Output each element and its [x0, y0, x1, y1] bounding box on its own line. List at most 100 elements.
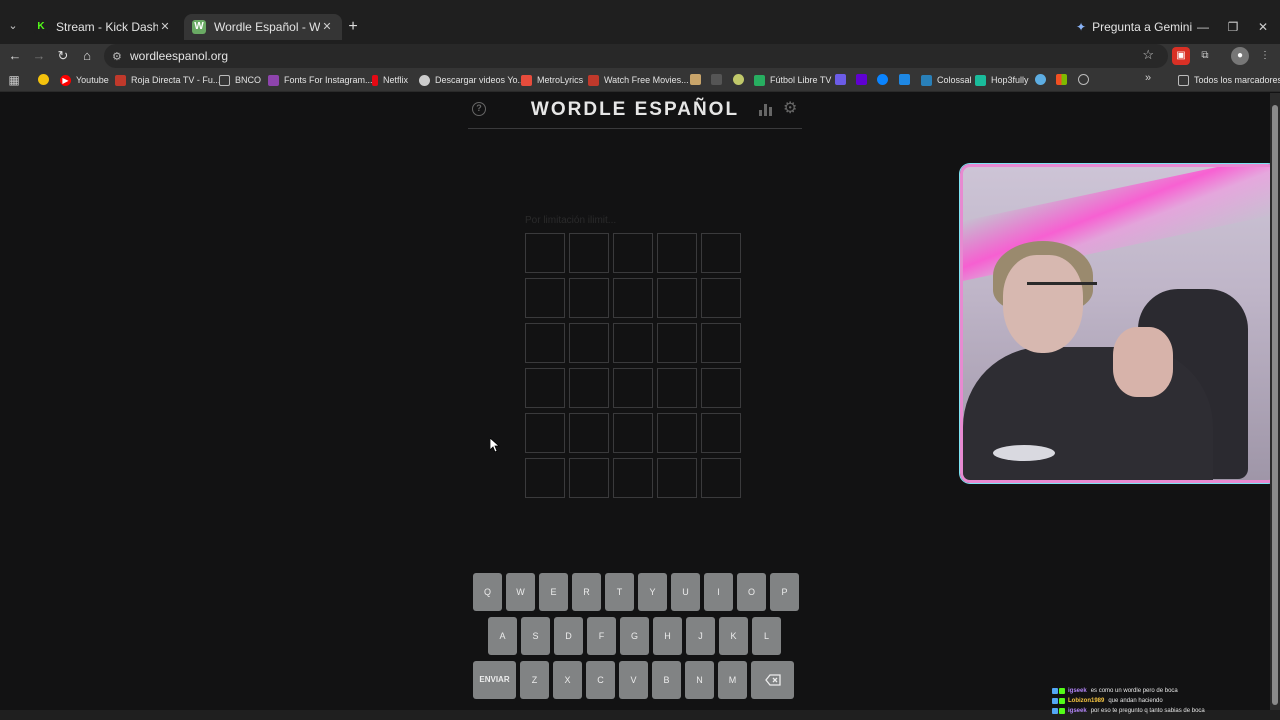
spoon: [993, 445, 1055, 461]
scrollbar-thumb[interactable]: [1272, 105, 1278, 705]
bookmark-netflix[interactable]: Netflix: [372, 72, 408, 88]
key-w[interactable]: W: [506, 573, 535, 611]
key-h[interactable]: H: [653, 617, 682, 655]
key-g[interactable]: G: [620, 617, 649, 655]
key-r[interactable]: R: [572, 573, 601, 611]
key-l[interactable]: L: [752, 617, 781, 655]
chat-username[interactable]: igseek: [1068, 708, 1087, 714]
letter-tile: [613, 233, 653, 273]
tab-wordle-espanol[interactable]: W Wordle Español - Wordle ilimitado ✕: [184, 14, 342, 40]
bookmark-star-icon[interactable]: ☆: [1142, 47, 1154, 63]
key-f[interactable]: F: [587, 617, 616, 655]
key-u[interactable]: U: [671, 573, 700, 611]
key-d[interactable]: D: [554, 617, 583, 655]
letter-tile: [613, 368, 653, 408]
letter-grid: [525, 233, 747, 503]
globe-icon[interactable]: [1078, 74, 1089, 85]
bookmark-icon[interactable]: [1035, 74, 1046, 85]
letter-tile: [525, 323, 565, 363]
mouse-cursor-icon: [490, 438, 500, 452]
bookmark-metrolyrics[interactable]: MetroLyrics: [521, 72, 583, 88]
key-n[interactable]: N: [685, 661, 714, 699]
bookmark-fonts-instagram[interactable]: Fonts For Instagram...: [268, 72, 373, 88]
key-c[interactable]: C: [586, 661, 615, 699]
grid-row: [525, 323, 747, 363]
chat-text: es como un wordle pero de boca: [1090, 688, 1178, 694]
window-close-button[interactable]: ✕: [1251, 16, 1275, 38]
scrollbar[interactable]: [1270, 93, 1280, 710]
url-text: wordleespanol.org: [130, 49, 229, 63]
letter-tile: [613, 458, 653, 498]
bookmark-icon[interactable]: [899, 74, 910, 85]
hop3fully-icon: [975, 74, 986, 86]
key-p[interactable]: P: [770, 573, 799, 611]
key-k[interactable]: K: [719, 617, 748, 655]
netflix-icon: [372, 74, 378, 86]
key-y[interactable]: Y: [638, 573, 667, 611]
key-b[interactable]: B: [652, 661, 681, 699]
bookmark-icon[interactable]: [690, 74, 701, 85]
bookmark-icon[interactable]: [856, 74, 867, 85]
chat-username[interactable]: Lobizon1989: [1068, 698, 1104, 704]
extensions-puzzle-icon[interactable]: ⧉: [1196, 47, 1214, 65]
key-e[interactable]: E: [539, 573, 568, 611]
bookmark-icon[interactable]: [835, 74, 846, 85]
minimize-button[interactable]: —: [1191, 16, 1215, 38]
tab-kick-dashboard[interactable]: K Stream - Kick Dashboard ✕: [26, 14, 180, 40]
bookmark-colossal[interactable]: Colossal: [921, 72, 972, 88]
letter-tile: [701, 278, 741, 318]
bookmark-icon[interactable]: [711, 74, 722, 85]
bookmark-hop3fully[interactable]: Hop3fully: [975, 72, 1029, 88]
bookmark-youtube[interactable]: ▶ Youtube: [60, 72, 109, 88]
gemini-button[interactable]: ✦ Pregunta a Gemini: [1076, 16, 1192, 38]
menu-kebab-icon[interactable]: ⋮: [1256, 47, 1274, 65]
back-arrow-icon[interactable]: ←: [5, 46, 25, 66]
key-v[interactable]: V: [619, 661, 648, 699]
extension-icon[interactable]: ▣: [1172, 47, 1190, 65]
bookmark-icon[interactable]: [733, 74, 744, 85]
roja-directa-icon: [115, 74, 126, 86]
new-tab-button[interactable]: +: [344, 18, 362, 36]
bookmark-watch-free-movies[interactable]: Watch Free Movies...: [588, 72, 689, 88]
bookmark-futbol-libre[interactable]: Fútbol Libre TV: [754, 72, 831, 88]
tab-search-icon[interactable]: ⌄: [4, 17, 22, 35]
stats-icon[interactable]: [759, 102, 773, 116]
profile-avatar[interactable]: ●: [1231, 47, 1249, 65]
emoji-bookmark-icon[interactable]: [38, 74, 49, 85]
grid-row: [525, 368, 747, 408]
key-t[interactable]: T: [605, 573, 634, 611]
bookmark-folder-bnco[interactable]: BNCO: [219, 72, 261, 88]
page-content: ? WORDLE ESPAÑOL ⚙ Por limitación ilimit…: [0, 93, 1278, 710]
key-s[interactable]: S: [521, 617, 550, 655]
key-a[interactable]: A: [488, 617, 517, 655]
key-q[interactable]: Q: [473, 573, 502, 611]
bookmark-descargar-videos[interactable]: Descargar videos Yo...: [419, 72, 525, 88]
key-j[interactable]: J: [686, 617, 715, 655]
key-enviar[interactable]: ENVIAR: [473, 661, 516, 699]
reload-icon[interactable]: ↻: [53, 46, 73, 66]
key-o[interactable]: O: [737, 573, 766, 611]
close-icon[interactable]: ✕: [320, 20, 334, 34]
more-bookmarks-chevron-icon[interactable]: »: [1145, 72, 1151, 84]
apps-grid-icon[interactable]: ▦: [6, 72, 22, 88]
close-icon[interactable]: ✕: [158, 20, 172, 34]
key-z[interactable]: Z: [520, 661, 549, 699]
microsoft-icon[interactable]: [1056, 74, 1067, 85]
bookmark-roja-directa[interactable]: Roja Directa TV - Fu...: [115, 72, 220, 88]
key-i[interactable]: I: [704, 573, 733, 611]
chat-username[interactable]: igseek: [1068, 688, 1087, 694]
key-m[interactable]: M: [718, 661, 747, 699]
home-icon[interactable]: ⌂: [77, 46, 97, 66]
key-x[interactable]: X: [553, 661, 582, 699]
bookmark-all-bookmarks[interactable]: Todos los marcadores: [1178, 72, 1280, 88]
letter-tile: [525, 458, 565, 498]
site-info-icon[interactable]: ⚙: [112, 50, 128, 63]
gemini-label: Pregunta a Gemini: [1092, 20, 1193, 34]
bookmark-icon[interactable]: [877, 74, 888, 85]
key-backspace[interactable]: [751, 661, 794, 699]
letter-tile: [525, 278, 565, 318]
restore-button[interactable]: ❐: [1221, 16, 1245, 38]
forward-arrow-icon[interactable]: →: [29, 46, 49, 66]
gear-icon[interactable]: ⚙: [783, 98, 797, 118]
address-bar[interactable]: ⚙ wordleespanol.org ☆: [104, 44, 1168, 68]
